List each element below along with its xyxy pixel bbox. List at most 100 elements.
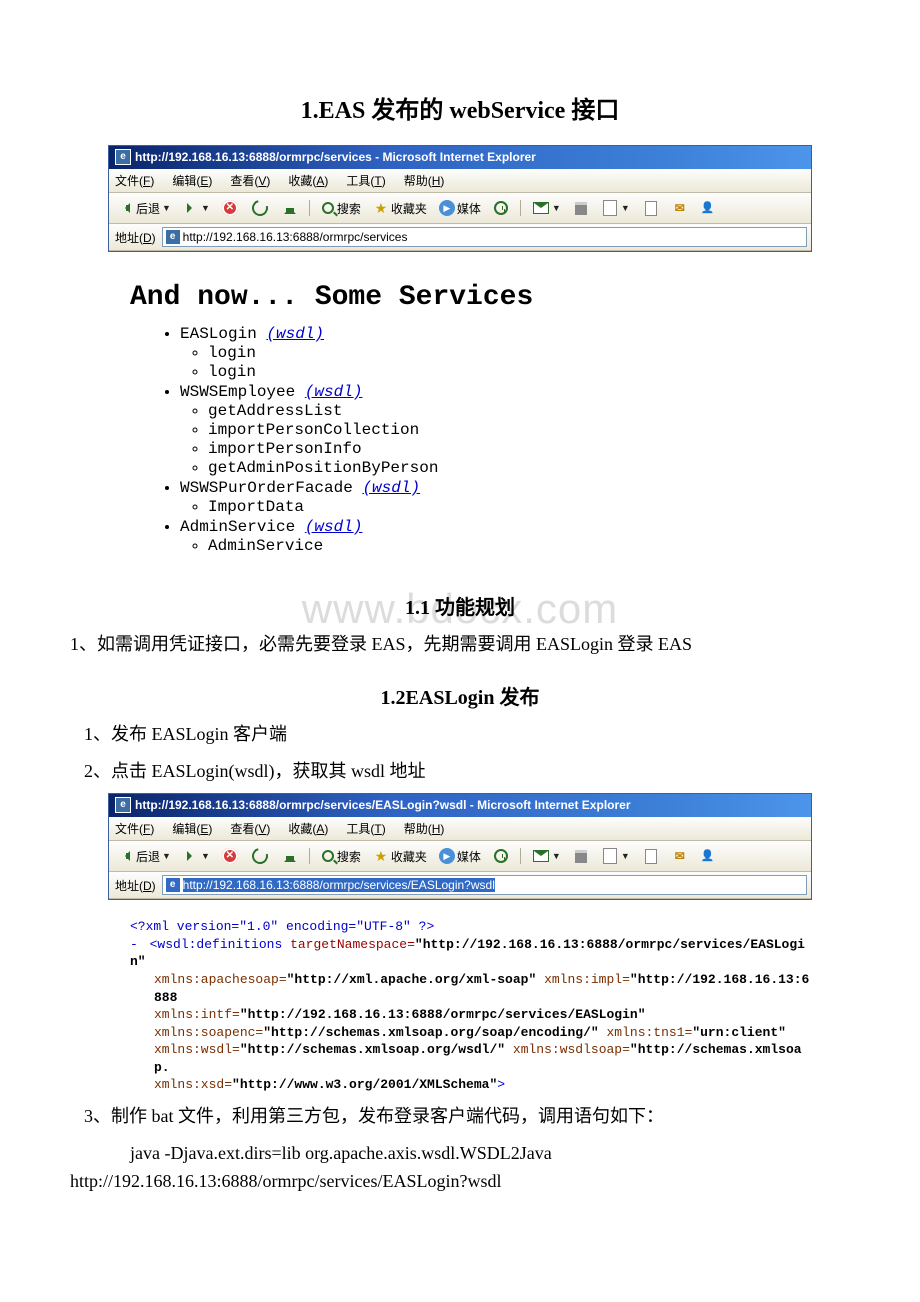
stop-button[interactable]: [219, 199, 241, 217]
history-icon: [494, 201, 508, 215]
main-heading: 1.EAS 发布的 webService 接口: [70, 90, 850, 125]
forward-button[interactable]: ▼: [180, 199, 213, 217]
edit-button[interactable]: ▼: [598, 846, 633, 866]
back-label: 后退: [136, 200, 160, 217]
media-button[interactable]: 媒体: [436, 847, 484, 866]
print-button[interactable]: [570, 198, 592, 219]
val: "http://www.w3.org/2001/XMLSchema": [232, 1077, 497, 1092]
menu-file[interactable]: 文件(F): [115, 820, 154, 837]
favorites-button[interactable]: 收藏夹: [370, 199, 430, 218]
mail-icon: [533, 850, 549, 862]
doc-button[interactable]: [639, 847, 663, 866]
discuss-button[interactable]: [669, 199, 691, 217]
search-button[interactable]: 搜索: [318, 199, 364, 218]
menu-help[interactable]: 帮助(H): [404, 820, 445, 837]
ie-icon: [115, 149, 131, 165]
stop-button[interactable]: [219, 847, 241, 865]
discuss-icon: [672, 848, 688, 864]
xml-open: <wsdl:definitions: [150, 937, 283, 952]
home-icon: [282, 848, 298, 864]
search-button[interactable]: 搜索: [318, 847, 364, 866]
xml-close: >: [497, 1077, 505, 1092]
wsdl-link[interactable]: (wsdl): [305, 383, 363, 401]
home-button[interactable]: [279, 199, 301, 217]
heading-1-2: 1.2EASLogin 发布: [70, 681, 850, 710]
people-icon: [700, 200, 716, 216]
services-heading: And now... Some Services: [100, 264, 820, 323]
page-icon: [165, 229, 181, 245]
forward-button[interactable]: ▼: [180, 847, 213, 865]
people-button[interactable]: [697, 199, 719, 217]
attr: xmlns:intf=: [154, 1007, 240, 1022]
attr: xmlns:tns1=: [607, 1025, 693, 1040]
favorites-label: 收藏夹: [391, 200, 427, 217]
address-bar: 地址(D) http://192.168.16.13:6888/ormrpc/s…: [109, 224, 811, 251]
address-bar: 地址(D) http://192.168.16.13:6888/ormrpc/s…: [109, 872, 811, 899]
address-label: 地址(D): [113, 229, 158, 246]
menu-edit[interactable]: 编辑(E): [172, 172, 212, 189]
media-icon: [439, 200, 455, 216]
menu-file[interactable]: 文件(F): [115, 172, 154, 189]
address-input[interactable]: http://192.168.16.13:6888/ormrpc/service…: [162, 875, 807, 895]
menu-view[interactable]: 查看(V): [230, 172, 270, 189]
titlebar: http://192.168.16.13:6888/ormrpc/service…: [109, 146, 811, 169]
back-button[interactable]: 后退 ▼: [115, 847, 174, 866]
menu-fav[interactable]: 收藏(A): [288, 820, 328, 837]
mail-icon: [533, 202, 549, 214]
xml-declaration: <?xml version="1.0" encoding="UTF-8" ?>: [130, 919, 434, 934]
window-title: http://192.168.16.13:6888/ormrpc/service…: [135, 150, 536, 164]
refresh-icon: [249, 845, 271, 867]
stop-icon: [222, 200, 238, 216]
collapse-toggle[interactable]: -: [130, 937, 138, 952]
menu-tools[interactable]: 工具(T): [346, 820, 385, 837]
stop-icon: [222, 848, 238, 864]
favorites-button[interactable]: 收藏夹: [370, 847, 430, 866]
attr: xmlns:wsdlsoap=: [513, 1042, 630, 1057]
menu-edit[interactable]: 编辑(E): [172, 820, 212, 837]
media-label: 媒体: [457, 848, 481, 865]
refresh-button[interactable]: [247, 197, 273, 219]
refresh-button[interactable]: [247, 845, 273, 867]
menu-view[interactable]: 查看(V): [230, 820, 270, 837]
back-button[interactable]: 后退 ▼: [115, 199, 174, 218]
mail-button[interactable]: ▼: [529, 846, 564, 866]
attr: xmlns:impl=: [544, 972, 630, 987]
operation-item: getAddressList: [208, 402, 820, 420]
address-input[interactable]: http://192.168.16.13:6888/ormrpc/service…: [162, 227, 807, 247]
menu-tools[interactable]: 工具(T): [346, 172, 385, 189]
service-name: AdminService: [180, 518, 305, 536]
history-button[interactable]: [490, 847, 512, 865]
edit-icon: [603, 200, 617, 216]
search-icon: [322, 850, 334, 862]
service-item: WSWSEmployee (wsdl)getAddressListimportP…: [180, 383, 820, 477]
attr: xmlns:xsd=: [154, 1077, 232, 1092]
operation-item: getAdminPositionByPerson: [208, 459, 820, 477]
doc-button[interactable]: [639, 199, 663, 218]
command-line-2: http://192.168.16.13:6888/ormrpc/service…: [70, 1167, 850, 1196]
edit-button[interactable]: ▼: [598, 198, 633, 218]
val: "http://schemas.xmlsoap.org/wsdl/": [240, 1042, 505, 1057]
media-button[interactable]: 媒体: [436, 199, 484, 218]
history-button[interactable]: [490, 199, 512, 217]
mail-button[interactable]: ▼: [529, 198, 564, 218]
menubar: 文件(F) 编辑(E) 查看(V) 收藏(A) 工具(T) 帮助(H): [109, 817, 811, 841]
edit-icon: [603, 848, 617, 864]
wsdl-link[interactable]: (wsdl): [305, 518, 363, 536]
back-icon: [118, 200, 134, 216]
print-icon: [575, 850, 587, 863]
operation-item: AdminService: [208, 537, 820, 555]
home-icon: [282, 200, 298, 216]
val: "urn:client": [692, 1025, 786, 1040]
operation-item: login: [208, 344, 820, 362]
toolbar: 后退 ▼ ▼ 搜索 收藏夹 媒体 ▼ ▼: [109, 193, 811, 224]
menu-help[interactable]: 帮助(H): [404, 172, 445, 189]
print-button[interactable]: [570, 846, 592, 867]
wsdl-link[interactable]: (wsdl): [266, 325, 324, 343]
people-button[interactable]: [697, 847, 719, 865]
home-button[interactable]: [279, 847, 301, 865]
command-line-1: java -Djava.ext.dirs=lib org.apache.axis…: [130, 1139, 850, 1168]
discuss-button[interactable]: [669, 847, 691, 865]
back-label: 后退: [136, 848, 160, 865]
wsdl-link[interactable]: (wsdl): [362, 479, 420, 497]
menu-fav[interactable]: 收藏(A): [288, 172, 328, 189]
